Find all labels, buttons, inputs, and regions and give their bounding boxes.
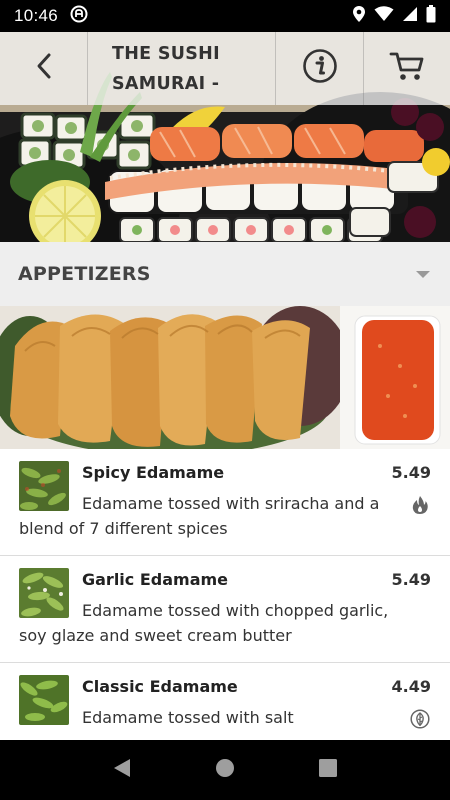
cart-button[interactable] xyxy=(364,32,450,105)
caret-down-icon xyxy=(416,270,430,278)
nav-back-button[interactable] xyxy=(102,750,142,790)
item-name: Classic Edamame xyxy=(82,677,238,696)
vegetarian-leaf-icon xyxy=(410,709,430,729)
nav-recents-button[interactable] xyxy=(308,750,348,790)
info-icon xyxy=(302,48,338,89)
chevron-left-icon xyxy=(34,52,54,85)
square-recents-icon xyxy=(318,758,338,783)
battery-icon xyxy=(426,4,436,28)
status-left: 10:46 xyxy=(14,5,88,28)
item-description: Edamame tossed with sriracha and a blend… xyxy=(19,494,380,538)
flame-icon xyxy=(410,495,430,515)
back-button[interactable] xyxy=(0,32,88,105)
cart-icon xyxy=(389,50,425,87)
app-bar: THE SUSHI SAMURAI - xyxy=(0,32,450,105)
location-icon xyxy=(352,5,366,28)
status-time: 10:46 xyxy=(14,6,59,25)
title-line-2: SAMURAI - xyxy=(112,73,220,94)
menu-item-list: Spicy Edamame 5.49 Edamame tossed with s… xyxy=(0,449,450,740)
item-price: 5.49 xyxy=(391,463,431,482)
wifi-icon xyxy=(374,5,394,27)
category-label: APPETIZERS xyxy=(18,263,151,285)
status-bar: 10:46 xyxy=(0,0,450,32)
menu-item[interactable]: Spicy Edamame 5.49 Edamame tossed with s… xyxy=(0,449,450,556)
status-right xyxy=(352,4,436,28)
category-banner-image xyxy=(0,306,450,449)
system-navigation-bar xyxy=(0,740,450,800)
menu-item[interactable]: Garlic Edamame 5.49 Edamame tossed with … xyxy=(0,556,450,663)
circle-home-icon xyxy=(214,757,236,784)
nav-home-button[interactable] xyxy=(205,750,245,790)
app-notification-icon xyxy=(70,5,88,28)
item-description: Edamame tossed with chopped garlic, soy … xyxy=(19,601,389,645)
info-button[interactable] xyxy=(276,32,364,105)
menu-item[interactable]: Classic Edamame 4.49 Edamame tossed with… xyxy=(0,663,450,740)
item-name: Garlic Edamame xyxy=(82,570,229,589)
triangle-back-icon xyxy=(112,757,132,784)
item-description: Edamame tossed with salt xyxy=(82,708,294,727)
signal-icon xyxy=(402,6,418,27)
item-name: Spicy Edamame xyxy=(82,463,225,482)
category-dropdown[interactable]: APPETIZERS xyxy=(0,242,450,306)
item-price: 4.49 xyxy=(391,677,431,696)
title-line-1: THE SUSHI xyxy=(112,43,220,64)
restaurant-title: THE SUSHI SAMURAI - xyxy=(88,32,276,105)
item-price: 5.49 xyxy=(391,570,431,589)
